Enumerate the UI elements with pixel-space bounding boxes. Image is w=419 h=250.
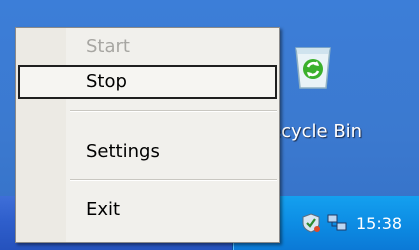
menu-item-start: Start: [86, 36, 130, 57]
menu-item-settings[interactable]: Settings: [16, 135, 279, 169]
recycle-bin-icon[interactable]: [290, 40, 336, 92]
menu-separator: [70, 179, 277, 181]
clock[interactable]: 15:38: [356, 214, 402, 233]
recycle-bin-label[interactable]: ecycle Bin: [270, 121, 362, 142]
menu-item-stop[interactable]: Stop: [18, 65, 277, 99]
network-icon[interactable]: [326, 212, 348, 234]
tray-context-menu: Start Stop Settings Exit: [15, 27, 280, 243]
security-shield-icon[interactable]: [300, 212, 322, 234]
menu-item-exit[interactable]: Exit: [16, 193, 279, 227]
menu-separator: [70, 110, 277, 112]
